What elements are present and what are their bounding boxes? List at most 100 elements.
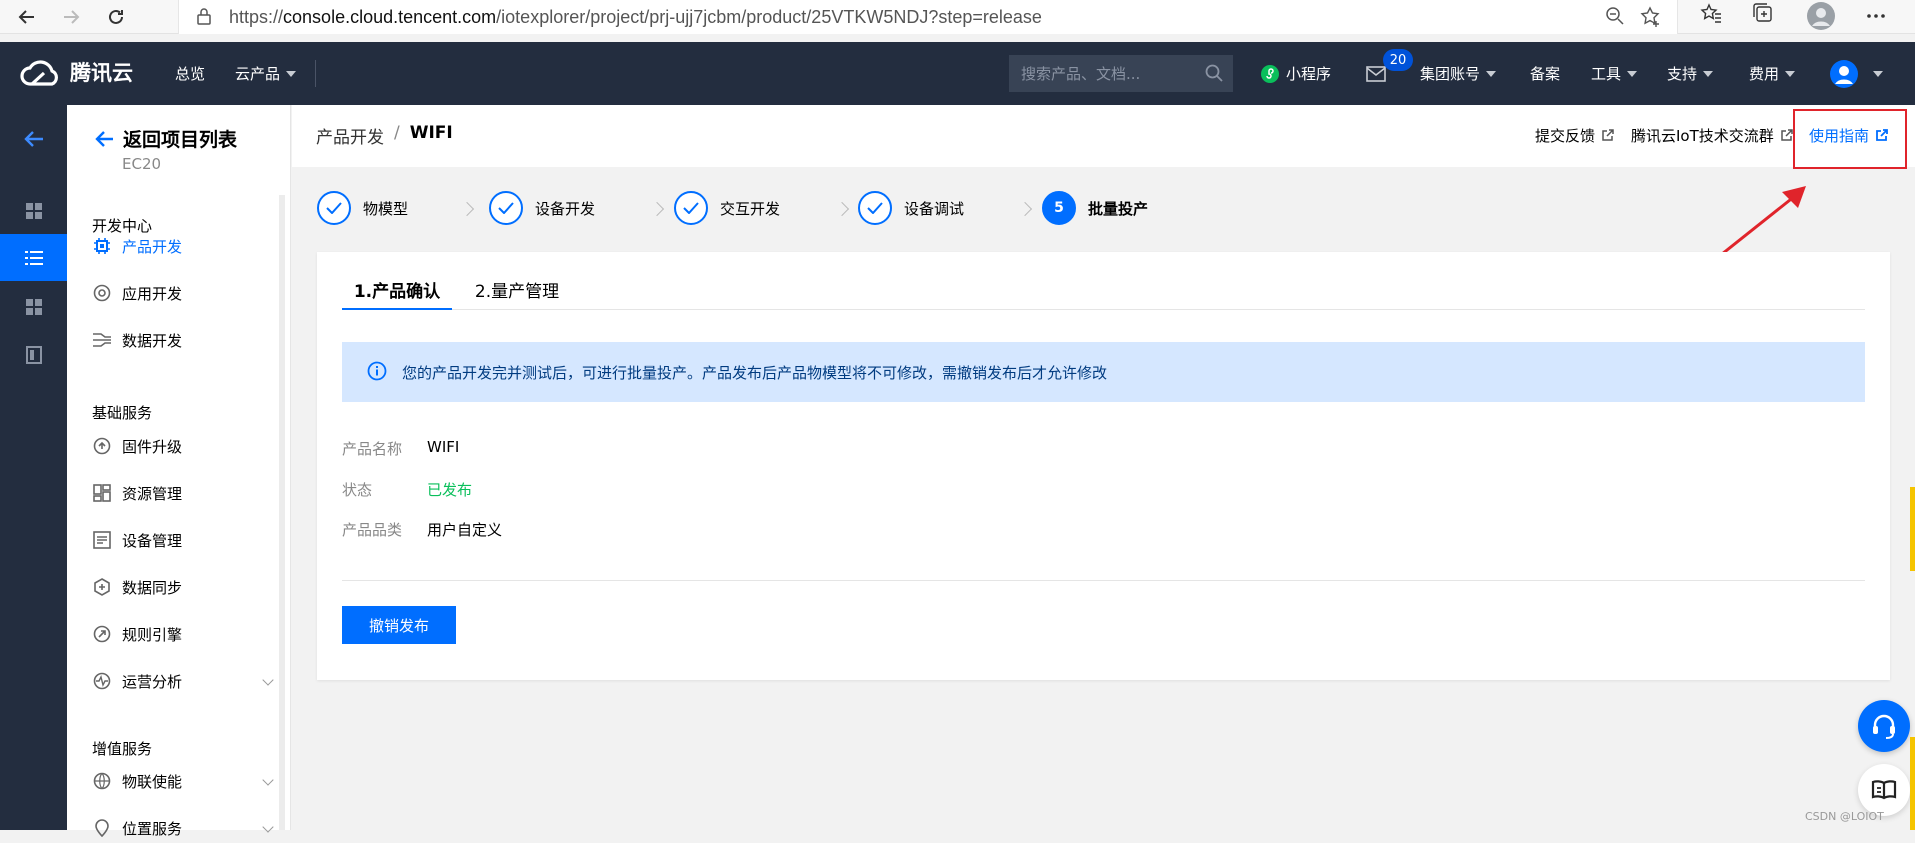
nav-mini-program[interactable]: 小程序 [1260, 42, 1331, 105]
analytics-pulse-icon [92, 671, 112, 691]
sidebar-item-label: 资源管理 [122, 484, 183, 503]
rail-grid-icon[interactable] [0, 283, 67, 330]
left-rail [0, 105, 67, 830]
tab-bar: 1.产品确认 2.量产管理 [342, 277, 1865, 310]
group-account-label: 集团账号 [1420, 65, 1481, 83]
rail-list-icon[interactable] [0, 234, 67, 281]
step-progress: 物模型 设备开发 交互开发 设备调试 5 批量投产 [292, 167, 1915, 251]
external-link-icon [1781, 129, 1793, 141]
sidebar-item-product-dev[interactable]: 产品开发 [92, 231, 272, 261]
caret-down-icon [1703, 70, 1714, 77]
nav-tools[interactable]: 工具 [1591, 42, 1638, 105]
more-menu-icon[interactable] [1866, 6, 1886, 26]
rule-engine-icon [92, 624, 112, 644]
back-label: 返回项目列表 [123, 129, 238, 151]
caret-down-icon [1486, 70, 1497, 77]
tab-production-mgmt[interactable]: 2.量产管理 [462, 277, 572, 310]
mini-program-label: 小程序 [1286, 65, 1332, 83]
step-thing-model[interactable]: 物模型 [317, 191, 408, 225]
breadcrumb-parent[interactable]: 产品开发 [316, 123, 384, 148]
url-text: https://console.cloud.tencent.com/iotexp… [229, 6, 1042, 27]
step-interaction-dev[interactable]: 交互开发 [674, 191, 780, 225]
zoom-out-icon[interactable] [1605, 6, 1625, 30]
edge-marker [1910, 487, 1915, 571]
profile-avatar-icon[interactable] [1806, 1, 1836, 31]
feedback-link[interactable]: 提交反馈 [1535, 125, 1614, 146]
location-icon [92, 818, 112, 838]
caret-down-icon [1627, 70, 1638, 77]
project-code: EC20 [122, 155, 162, 173]
rail-document-icon[interactable] [0, 331, 67, 378]
refresh-icon[interactable] [101, 2, 131, 32]
step-mass-production[interactable]: 5 批量投产 [1042, 191, 1148, 225]
forward-arrow-icon[interactable] [56, 2, 86, 32]
nav-overview[interactable]: 总览 [175, 42, 205, 105]
release-card: 1.产品确认 2.量产管理 您的产品开发完并测试后，可进行批量投产。产品发布后产… [317, 252, 1890, 680]
caret-down-icon [1873, 70, 1883, 77]
sidebar-item-label: 应用开发 [122, 284, 183, 303]
search-placeholder: 搜索产品、文档... [1021, 65, 1141, 83]
message-count-badge: 20 [1383, 49, 1413, 71]
sidebar-item-data-sync[interactable]: 数据同步 [92, 572, 272, 602]
sidebar-item-resources[interactable]: 资源管理 [92, 478, 272, 508]
open-book-icon [1871, 780, 1897, 800]
breadcrumb-current: WIFI [409, 123, 453, 143]
sidebar-item-data-dev[interactable]: 数据开发 [92, 325, 272, 355]
back-arrow-icon[interactable] [12, 2, 42, 32]
logo-text: 腾讯云 [70, 61, 133, 85]
favorite-add-icon[interactable] [1640, 6, 1662, 32]
data-flow-icon [92, 330, 112, 350]
sidebar-item-iot-enable[interactable]: 物联使能 [92, 766, 274, 796]
revoke-publish-button[interactable]: 撤销发布 [342, 606, 456, 644]
caret-down-icon [286, 70, 297, 77]
sidebar-item-rule-engine[interactable]: 规则引擎 [92, 619, 272, 649]
sidebar-item-devices[interactable]: 设备管理 [92, 525, 272, 555]
step-label: 批量投产 [1088, 199, 1149, 218]
chevron-down-icon [262, 821, 274, 833]
tab-product-confirm[interactable]: 1.产品确认 [342, 277, 452, 310]
sidebar-item-firmware[interactable]: 固件升级 [92, 431, 272, 461]
side-menu-scrollbar[interactable] [279, 195, 285, 830]
step-device-debug[interactable]: 设备调试 [858, 191, 964, 225]
nav-group-account[interactable]: 集团账号 [1420, 42, 1497, 105]
chip-icon [92, 236, 112, 256]
user-avatar[interactable] [1829, 42, 1883, 105]
back-arrow-icon [95, 130, 113, 147]
collections-icon[interactable] [1752, 2, 1774, 24]
step-number: 5 [1042, 191, 1076, 225]
sidebar-item-analytics[interactable]: 运营分析 [92, 666, 274, 696]
fees-label: 费用 [1749, 65, 1780, 83]
rail-back-arrow-icon[interactable] [0, 115, 67, 162]
step-label: 物模型 [363, 199, 409, 218]
back-to-projects-link[interactable]: 返回项目列表 [95, 125, 237, 152]
sync-cube-icon [92, 577, 112, 597]
sidebar-item-location[interactable]: 位置服务 [92, 813, 274, 843]
docs-button[interactable] [1858, 764, 1910, 816]
sidebar-item-label: 运营分析 [122, 672, 183, 691]
cloud-logo-icon [20, 60, 58, 86]
breadcrumb-separator: / [394, 123, 400, 143]
status-value: 已发布 [427, 481, 473, 499]
address-bar[interactable]: https://console.cloud.tencent.com/iotexp… [178, 0, 1678, 34]
nav-support[interactable]: 支持 [1667, 42, 1714, 105]
search-icon[interactable] [1205, 64, 1223, 82]
tencent-cloud-logo[interactable]: 腾讯云 [20, 56, 133, 88]
sidebar-item-app-dev[interactable]: 应用开发 [92, 278, 272, 308]
nav-record[interactable]: 备案 [1530, 42, 1560, 105]
favorites-icon[interactable] [1700, 2, 1722, 24]
edge-marker [1910, 737, 1915, 830]
nav-products[interactable]: 云产品 [235, 42, 297, 105]
external-link-icon [1602, 129, 1614, 141]
sidebar-item-label: 数据开发 [122, 331, 183, 350]
nav-products-label: 云产品 [235, 65, 281, 83]
nav-fees[interactable]: 费用 [1749, 42, 1796, 105]
step-label: 设备开发 [535, 199, 596, 218]
community-label: 腾讯云IoT技术交流群 [1631, 127, 1774, 145]
community-link[interactable]: 腾讯云IoT技术交流群 [1631, 125, 1793, 146]
customer-service-button[interactable] [1858, 700, 1910, 752]
mail-icon[interactable] [1366, 42, 1386, 105]
search-input[interactable]: 搜索产品、文档... [1009, 55, 1233, 92]
rail-dashboard-icon[interactable] [0, 187, 67, 234]
category-value: 用户自定义 [427, 521, 503, 539]
step-device-dev[interactable]: 设备开发 [489, 191, 595, 225]
